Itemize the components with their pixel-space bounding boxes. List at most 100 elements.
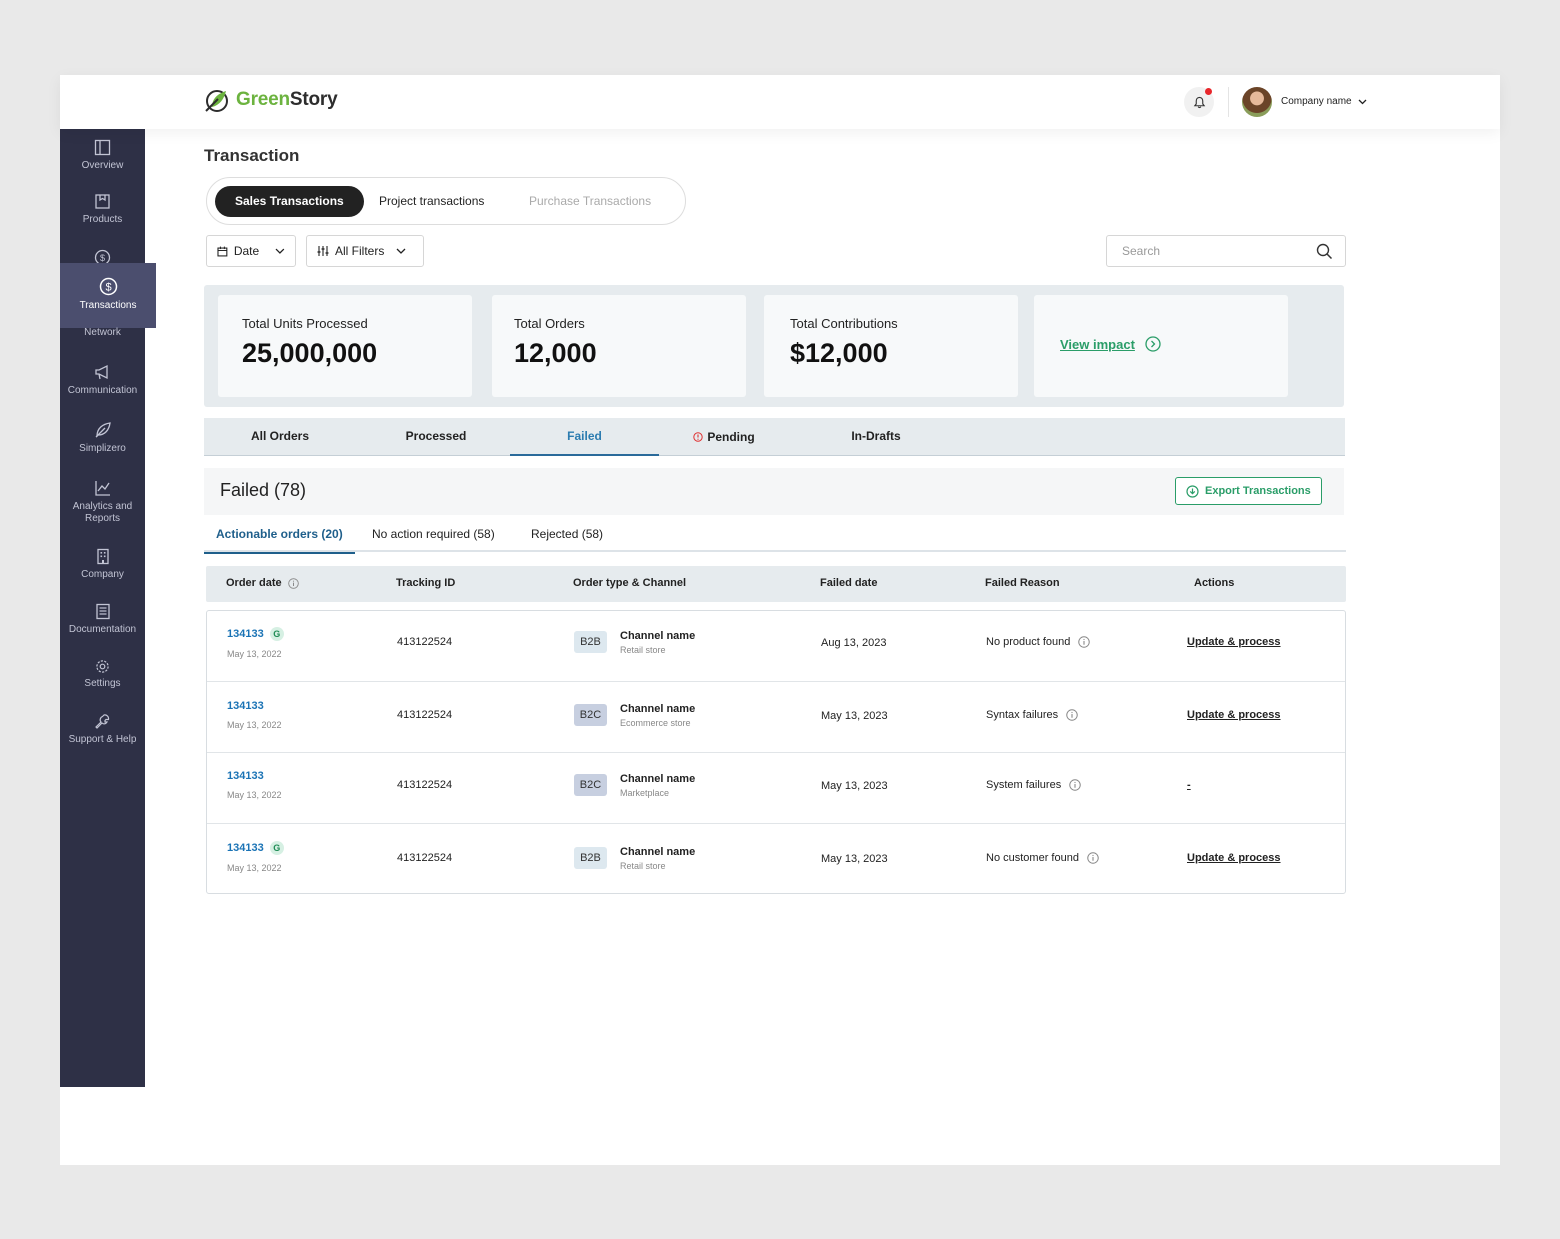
tab-pending[interactable]: Pending	[674, 418, 774, 456]
failed-reason-text: No product found	[986, 636, 1071, 648]
calendar-icon	[217, 246, 228, 256]
export-transactions-button[interactable]: Export Transactions	[1175, 477, 1322, 505]
sidebar-item-products[interactable]: Products	[60, 193, 145, 225]
greenstory-logo[interactable]: GreenStory	[204, 87, 338, 113]
info-icon[interactable]	[1078, 636, 1091, 648]
sidebar-label-company: Company	[81, 569, 124, 580]
tracking-id: 413122524	[397, 779, 453, 791]
info-icon[interactable]	[1066, 709, 1078, 721]
update-process-link[interactable]: Update & process	[1187, 709, 1281, 721]
info-icon[interactable]	[1087, 852, 1099, 864]
table-row: 134133 G May 13, 2022 413122524 B2B Chann…	[207, 611, 1345, 682]
failed-reason: No product found	[986, 636, 1091, 648]
table-row: 134133 G May 13, 2022 413122524 B2B Chann…	[207, 824, 1345, 895]
company-name: Company name	[1281, 96, 1352, 107]
channel-name: Channel name	[620, 846, 696, 858]
sidebar-label-documentation: Documentation	[68, 624, 137, 635]
order-id-link[interactable]: 134133 G	[227, 627, 284, 641]
order-id-link[interactable]: 134133	[227, 770, 282, 782]
update-process-link[interactable]: Update & process	[1187, 636, 1281, 648]
header-divider	[1228, 87, 1229, 117]
channel-subtitle: Ecommerce store	[620, 718, 691, 728]
order-id-link[interactable]: 134133 G	[227, 841, 284, 855]
order-type-label: B2C	[574, 704, 607, 726]
segment-purchase-transactions[interactable]: Purchase Transactions	[509, 186, 671, 217]
search-icon[interactable]	[1316, 243, 1333, 260]
order-id-link[interactable]: 134133	[227, 700, 282, 712]
stat-label-contributions: Total Contributions	[790, 316, 898, 331]
info-icon[interactable]	[287, 577, 299, 589]
date-filter[interactable]: Date	[206, 235, 296, 267]
logo-icon	[205, 90, 228, 112]
sidebar-item-analytics[interactable]: Analytics and Reports	[60, 479, 145, 525]
sidebar-label-analytics-1: Analytics and	[72, 501, 133, 512]
tracking-id: 413122524	[397, 852, 453, 864]
sidebar-label-simplizero: Simplizero	[79, 443, 126, 454]
segment-project-transactions[interactable]: Project transactions	[359, 186, 504, 217]
company-dropdown[interactable]: Company name	[1281, 96, 1367, 107]
sidebar-item-support[interactable]: Support & Help	[60, 713, 145, 745]
building-icon	[96, 548, 109, 565]
chevron-down-icon	[1358, 99, 1367, 104]
stat-value-orders: 12,000	[514, 338, 597, 368]
export-transactions-label: Export Transactions	[1205, 485, 1311, 497]
tracking-id: 413122524	[397, 636, 453, 648]
transactions-table: 134133 G May 13, 2022 413122524 B2B Chann…	[206, 610, 1346, 894]
column-failed-reason: Failed Reason	[985, 577, 1060, 589]
tab-processed[interactable]: Processed	[362, 418, 510, 456]
gear-icon	[96, 660, 109, 673]
stat-card-units: Total Units Processed 25,000,000	[218, 295, 472, 397]
failed-reason: System failures	[986, 779, 1081, 791]
column-failed-date: Failed date	[820, 577, 878, 589]
view-impact-link[interactable]: View impact	[1060, 336, 1161, 352]
sidebar-item-simplizero[interactable]: Simplizero	[60, 421, 145, 454]
stat-label-orders: Total Orders	[514, 316, 585, 331]
order-type-label: B2C	[574, 774, 607, 796]
logo-text-green: Green	[236, 89, 290, 110]
document-icon	[95, 603, 110, 620]
subtab-no-action-required[interactable]: No action required (58)	[372, 527, 495, 554]
chevron-down-icon	[396, 248, 406, 254]
sidebar-item-settings[interactable]: Settings	[60, 659, 145, 689]
update-process-link[interactable]: Update & process	[1187, 852, 1281, 864]
tracking-id: 413122524	[397, 709, 453, 721]
sidebar-item-transactions[interactable]: $ Transactions	[60, 263, 156, 328]
tab-all-orders[interactable]: All Orders	[204, 418, 356, 456]
channel-name: Channel name	[620, 703, 696, 715]
sidebar-item-company[interactable]: Company	[60, 548, 145, 580]
all-filters-button[interactable]: All Filters	[306, 235, 424, 267]
table-header: Order date Tracking ID Order type & Chan…	[206, 566, 1346, 602]
segment-sales-transactions[interactable]: Sales Transactions	[215, 186, 364, 217]
column-order-date-label: Order date	[226, 577, 282, 589]
failed-reason-text: System failures	[986, 779, 1062, 791]
megaphone-icon	[94, 364, 108, 380]
channel-name: Channel name	[620, 773, 696, 785]
sidebar-item-communication[interactable]: Communication	[60, 363, 145, 396]
sidebar-item-documentation[interactable]: Documentation	[60, 603, 145, 635]
all-filters-label: All Filters	[335, 244, 385, 258]
column-order-type-channel: Order type & Channel	[573, 577, 687, 589]
tab-failed[interactable]: Failed	[510, 418, 659, 456]
info-icon[interactable]	[1069, 779, 1081, 791]
logo-text-dark: Story	[289, 89, 338, 110]
g-badge: G	[269, 627, 284, 641]
channel-name: Channel name	[620, 630, 696, 642]
search-input[interactable]	[1122, 236, 1312, 266]
stat-card-contributions: Total Contributions $12,000	[764, 295, 1018, 397]
sidebar-item-overview[interactable]: Overview	[60, 139, 145, 171]
subtab-rejected[interactable]: Rejected (58)	[531, 527, 603, 554]
transaction-type-switch: Sales Transactions Project transactions …	[206, 177, 686, 225]
stat-card-impact: View impact	[1034, 295, 1288, 397]
failed-reason: No customer found	[986, 852, 1099, 864]
column-order-date[interactable]: Order date	[226, 577, 299, 589]
channel-subtitle: Retail store	[620, 861, 666, 871]
sidebar-item-network[interactable]: Network	[60, 327, 145, 338]
order-date: May 13, 2022	[227, 863, 282, 873]
notification-button[interactable]	[1184, 87, 1214, 117]
tab-in-drafts[interactable]: In-Drafts	[824, 418, 928, 456]
order-type-badge: B2B	[574, 847, 608, 869]
order-date: May 13, 2022	[227, 649, 282, 659]
avatar[interactable]	[1242, 87, 1272, 117]
tab-pending-label: Pending	[707, 430, 755, 444]
subtab-actionable-orders[interactable]: Actionable orders (20)	[204, 527, 355, 554]
